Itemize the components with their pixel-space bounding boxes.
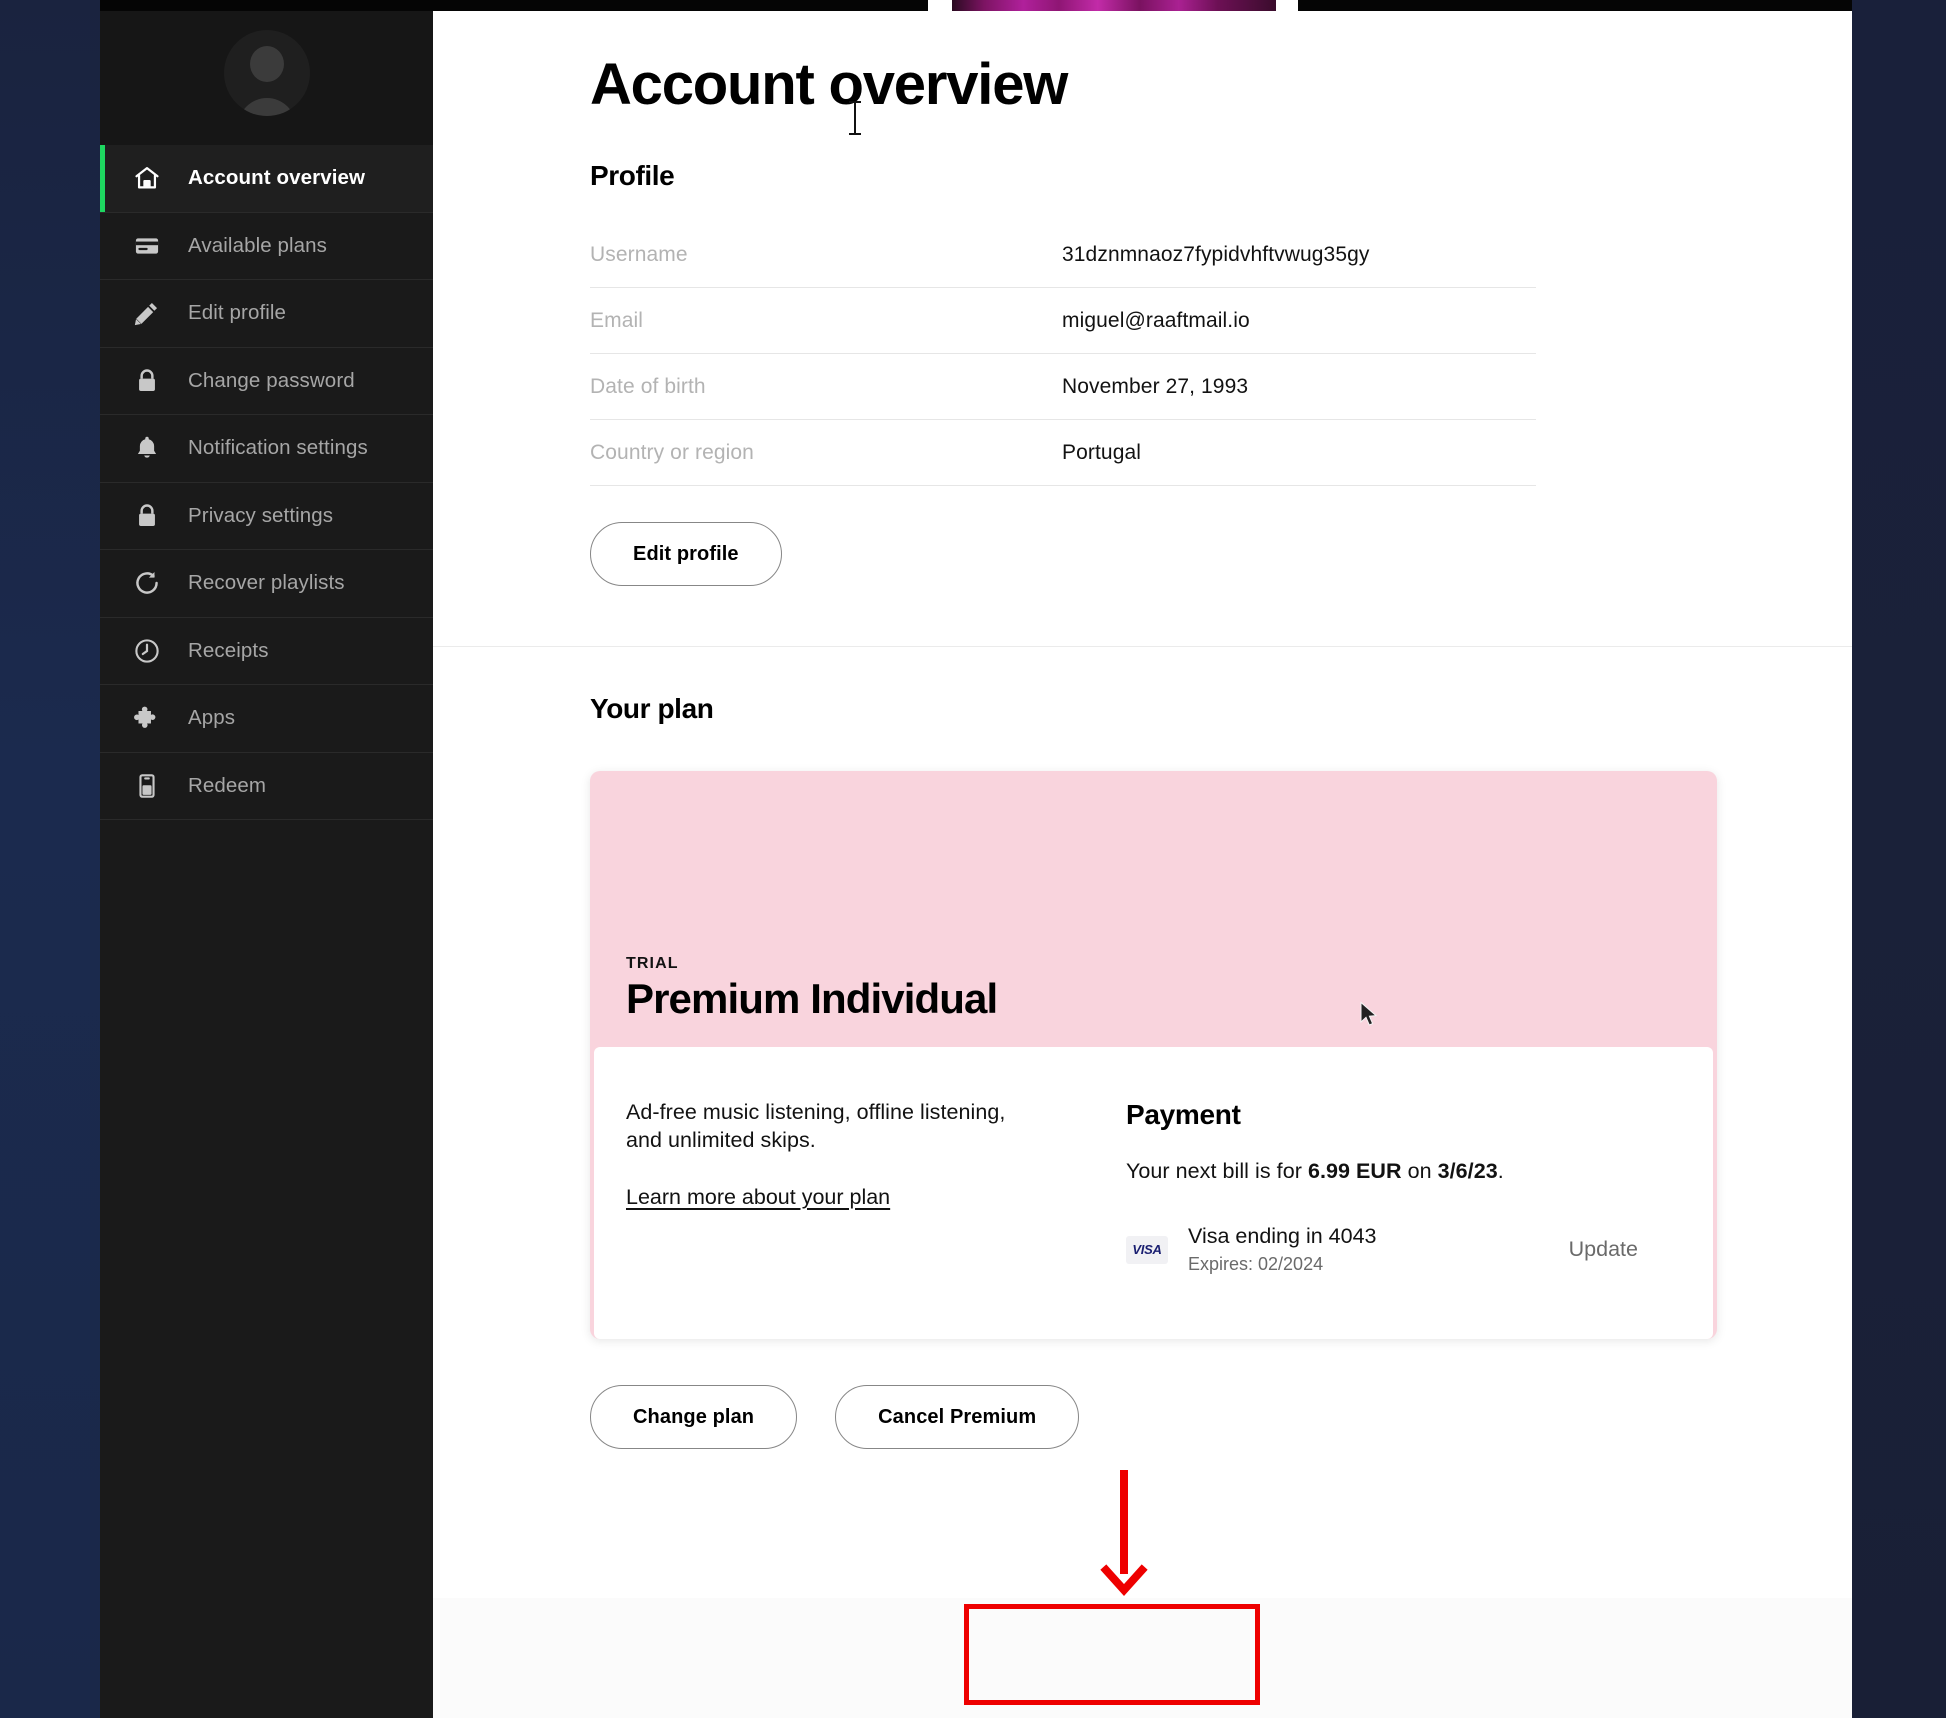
sidebar-item-label: Recover playlists <box>188 571 345 595</box>
strip-segment-gap-left <box>928 0 952 11</box>
table-row: Country or region Portugal <box>590 420 1536 486</box>
profile-field-value: Portugal <box>1062 440 1142 464</box>
sidebar-item-notification-settings[interactable]: Notification settings <box>100 415 433 483</box>
sidebar-item-change-password[interactable]: Change password <box>100 347 433 415</box>
avatar[interactable] <box>223 30 310 116</box>
profile-table: Username 31dznmnaoz7fypidvhftvwug35gy Em… <box>590 222 1536 486</box>
payment-method-row: VISA Visa ending in 4043 Expires: 02/202… <box>1126 1224 1684 1275</box>
gift-card-icon <box>132 772 162 800</box>
sidebar-item-privacy-settings[interactable]: Privacy settings <box>100 482 433 550</box>
sidebar-item-label: Account overview <box>188 166 366 190</box>
strip-segment-black-right <box>1298 0 1852 11</box>
profile-field-value: miguel@raaftmail.io <box>1062 308 1250 332</box>
refresh-icon <box>132 569 162 597</box>
desktop-backdrop-right <box>1846 0 1946 1718</box>
section-divider <box>433 646 1852 647</box>
visa-icon: VISA <box>1126 1235 1168 1264</box>
profile-field-label: Date of birth <box>590 374 706 398</box>
plan-trial-badge: TRIAL <box>626 955 679 972</box>
profile-field-label: Country or region <box>590 440 754 464</box>
page-title: Account overview <box>590 52 1068 117</box>
plan-name: Premium Individual <box>626 975 998 1022</box>
credit-card-icon <box>132 232 162 260</box>
pencil-icon <box>132 299 162 327</box>
sidebar-item-label: Apps <box>188 706 236 730</box>
background-page-strip <box>100 0 1852 11</box>
strip-segment-artwork <box>952 0 1276 11</box>
profile-field-label: Username <box>590 242 688 266</box>
next-bill-date: 3/6/23 <box>1437 1159 1498 1183</box>
edit-profile-button[interactable]: Edit profile <box>590 522 782 586</box>
plan-card-body: Ad-free music listening, offline listeni… <box>594 1047 1713 1339</box>
next-bill-prefix: Your next bill is for <box>1126 1159 1308 1183</box>
profile-field-label: Email <box>590 308 644 332</box>
sidebar-profile-header <box>100 0 433 145</box>
next-bill-text: Your next bill is for 6.99 EUR on 3/6/23… <box>1126 1159 1684 1184</box>
sidebar-item-receipts[interactable]: Receipts <box>100 617 433 685</box>
sidebar-item-apps[interactable]: Apps <box>100 685 433 753</box>
strip-segment-gap-right <box>1276 0 1298 11</box>
sidebar: Account overview Available plans Edit pr… <box>100 0 433 1718</box>
desktop-backdrop-left <box>0 0 100 1718</box>
edit-profile-button-wrap: Edit profile <box>590 522 1852 586</box>
table-row: Email miguel@raaftmail.io <box>590 288 1536 354</box>
card-expiry: Expires: 02/2024 <box>1188 1254 1324 1274</box>
next-bill-middle: on <box>1401 1159 1438 1183</box>
app-window: Account overview Available plans Edit pr… <box>100 0 1852 1718</box>
cancel-premium-button[interactable]: Cancel Premium <box>835 1385 1080 1449</box>
sidebar-item-label: Change password <box>188 368 355 392</box>
profile-section-title: Profile <box>590 160 675 191</box>
clock-icon <box>132 637 162 665</box>
sidebar-item-label: Edit profile <box>188 301 287 325</box>
sidebar-item-label: Redeem <box>188 773 267 797</box>
profile-field-value: November 27, 1993 <box>1062 374 1249 398</box>
plan-details-column: Ad-free music listening, offline listeni… <box>594 1099 1094 1275</box>
payment-method-texts: Visa ending in 4043 Expires: 02/2024 <box>1188 1224 1569 1275</box>
text-cursor-caret <box>849 101 861 135</box>
puzzle-piece-icon <box>132 704 162 732</box>
sidebar-item-redeem[interactable]: Redeem <box>100 752 433 820</box>
sidebar-item-account-overview[interactable]: Account overview <box>100 145 433 213</box>
table-row: Date of birth November 27, 1993 <box>590 354 1536 420</box>
next-bill-amount: 6.99 EUR <box>1307 1159 1402 1183</box>
update-payment-link[interactable]: Update <box>1569 1237 1638 1262</box>
plan-description: Ad-free music listening, offline listeni… <box>626 1100 1006 1152</box>
lock-icon <box>132 367 162 395</box>
sidebar-item-label: Available plans <box>188 233 328 257</box>
plan-section-title: Your plan <box>590 693 714 724</box>
table-row: Username 31dznmnaoz7fypidvhftvwug35gy <box>590 222 1536 288</box>
profile-field-value: 31dznmnaoz7fypidvhftvwug35gy <box>1062 242 1370 266</box>
sidebar-item-label: Receipts <box>188 638 269 662</box>
sidebar-item-available-plans[interactable]: Available plans <box>100 212 433 280</box>
avatar-body-shape <box>237 98 296 116</box>
plan-actions: Change plan Cancel Premium <box>590 1385 1852 1449</box>
main-content: Account overview Profile Username 31dznm… <box>433 11 1852 1718</box>
strip-segment-black-mid <box>433 0 928 11</box>
payment-column: Payment Your next bill is for 6.99 EUR o… <box>1094 1099 1684 1275</box>
avatar-head-shape <box>249 46 284 82</box>
sidebar-item-label: Notification settings <box>188 436 368 460</box>
lock-icon <box>132 502 162 530</box>
strip-segment-black-left <box>100 0 433 11</box>
next-bill-suffix: . <box>1497 1159 1504 1183</box>
plan-card-header: TRIAL Premium Individual <box>590 771 1717 1047</box>
home-icon <box>132 164 162 192</box>
page-bottom-shade <box>433 1598 1852 1718</box>
sidebar-item-edit-profile[interactable]: Edit profile <box>100 280 433 348</box>
learn-more-link[interactable]: Learn more about your plan <box>626 1185 890 1210</box>
bell-icon <box>132 434 162 462</box>
card-name: Visa ending in 4043 <box>1188 1224 1377 1248</box>
change-plan-button[interactable]: Change plan <box>590 1385 798 1449</box>
sidebar-item-recover-playlists[interactable]: Recover playlists <box>100 550 433 618</box>
visa-icon-label: VISA <box>1132 1242 1162 1257</box>
sidebar-item-label: Privacy settings <box>188 503 334 527</box>
plan-card: TRIAL Premium Individual Ad-free music l… <box>590 771 1717 1339</box>
payment-title: Payment <box>1126 1099 1241 1130</box>
